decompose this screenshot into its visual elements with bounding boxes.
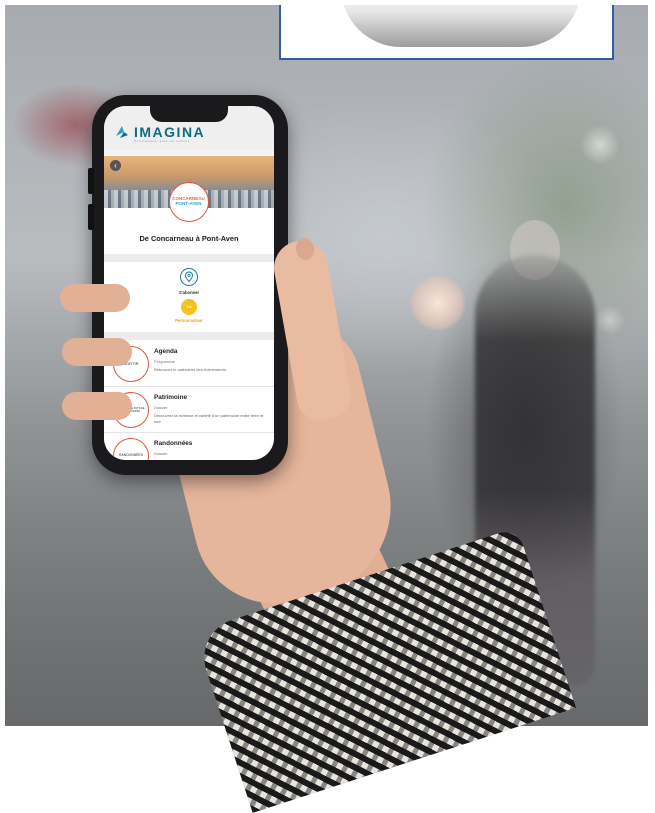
list-item-type: Programme bbox=[154, 359, 175, 364]
customize-button[interactable]: 1 ▸ bbox=[181, 299, 197, 315]
volume-button bbox=[88, 204, 94, 230]
finger bbox=[62, 338, 132, 366]
destination-badge: CONCARNEAU PONT-AVEN bbox=[169, 182, 209, 222]
customize-label[interactable]: Personnaliser bbox=[104, 318, 274, 323]
list-item-title: Agenda bbox=[154, 348, 178, 355]
bokeh-light bbox=[580, 125, 620, 165]
section-divider bbox=[104, 254, 274, 262]
finger bbox=[60, 284, 130, 312]
list-item-thumbnail: RANDONNÉES bbox=[113, 438, 149, 460]
finger bbox=[62, 392, 132, 420]
list-item-type: Dossier bbox=[154, 405, 168, 410]
subscribe-button[interactable] bbox=[180, 268, 198, 286]
phone-notch bbox=[150, 106, 228, 122]
list-item-title: Randonnées bbox=[154, 440, 193, 447]
list-item-title: Patrimoine bbox=[154, 394, 188, 401]
inset-product-image bbox=[279, 5, 614, 60]
bokeh-light bbox=[595, 305, 625, 335]
section-divider bbox=[104, 332, 274, 340]
app-logo-tagline: Communiquer avec les mobiles bbox=[134, 139, 190, 143]
badge-line-2: PONT-AVEN bbox=[175, 201, 202, 206]
imagina-logo-icon bbox=[116, 126, 128, 138]
back-chevron-icon: ‹ bbox=[114, 161, 117, 170]
list-item-type: Dossier bbox=[154, 451, 168, 456]
back-button[interactable]: ‹ bbox=[110, 160, 121, 171]
list-item-randonnees[interactable]: RANDONNÉES Randonnées Dossier bbox=[104, 432, 274, 460]
list-item-description: Découvrez la richesse et variété d'un pa… bbox=[154, 413, 264, 424]
bokeh-light bbox=[410, 275, 466, 331]
list-item-description: Retrouvez le calendrier des évènements. bbox=[154, 367, 227, 372]
page-title: De Concarneau à Pont-Aven bbox=[139, 234, 239, 243]
map-pin-icon bbox=[184, 271, 194, 283]
volume-button bbox=[88, 168, 94, 194]
app-logo-text: IMAGINA bbox=[134, 124, 206, 140]
inset-object bbox=[341, 5, 581, 47]
